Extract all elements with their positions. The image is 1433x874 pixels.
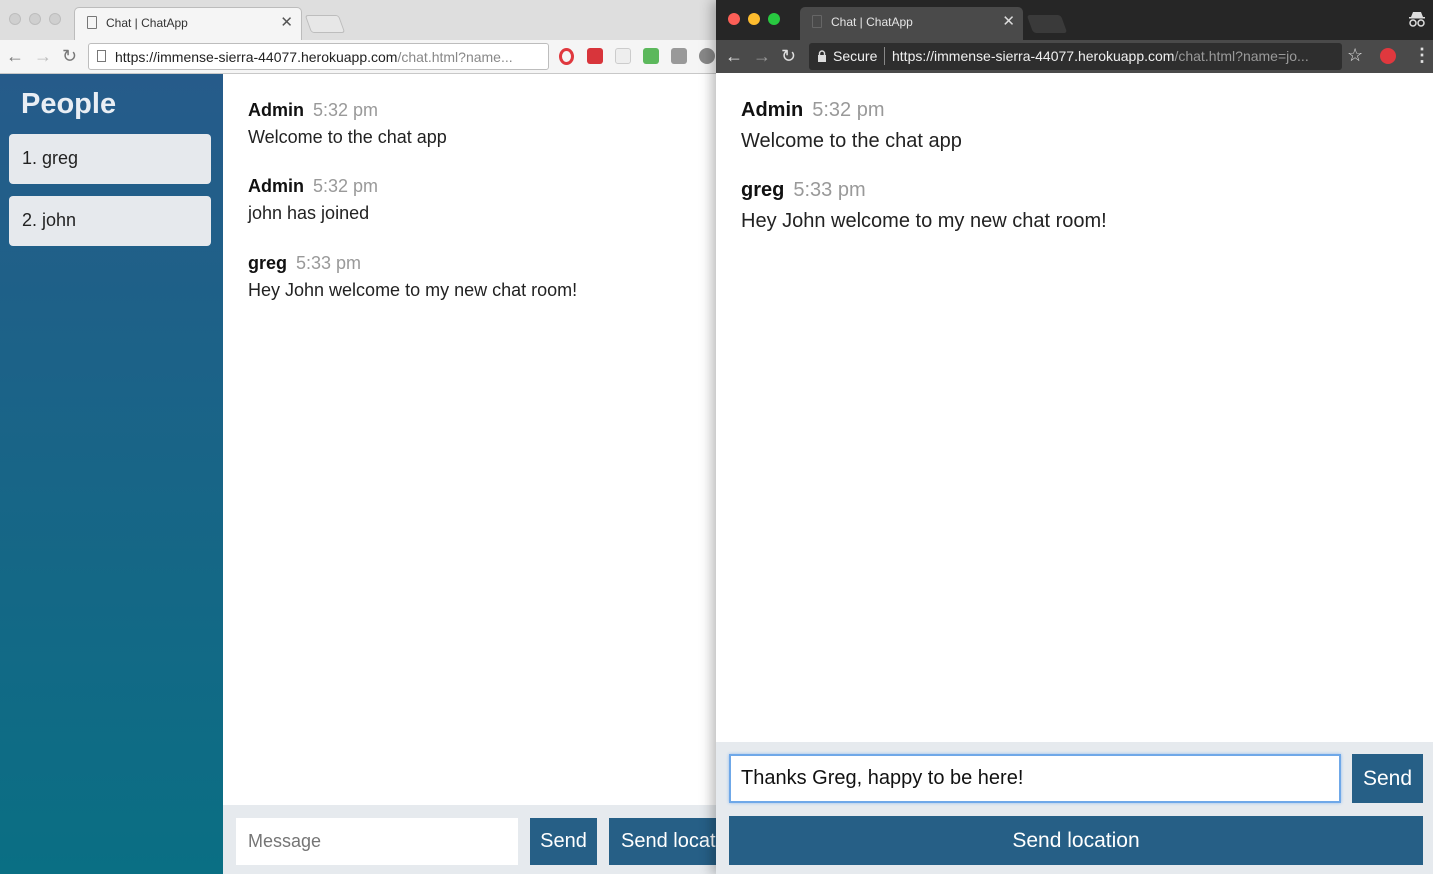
zoom-window-dot[interactable]	[768, 13, 780, 25]
message-input[interactable]	[729, 754, 1341, 803]
url-host: https://immense-sierra-44077.herokuapp.c…	[892, 48, 1175, 64]
message-time: 5:32 pm	[812, 99, 885, 121]
message-time: 5:32 pm	[313, 100, 379, 120]
message-sender: Admin	[741, 99, 804, 121]
url-path: /chat.html?name=jo...	[1174, 48, 1309, 64]
message-sender: Admin	[248, 100, 304, 120]
tab-chat[interactable]: Chat | ChatApp ✕	[800, 7, 1023, 40]
browser-toolbar: ← → ↻ Secure https://immense-sierra-4407…	[716, 40, 1433, 73]
new-tab-button[interactable]	[1026, 15, 1068, 33]
message-time: 5:33 pm	[296, 253, 362, 273]
minimize-window-dot[interactable]	[29, 13, 41, 25]
menu-dots-icon[interactable]: ⋮	[1413, 45, 1431, 65]
close-icon[interactable]: ✕	[1002, 12, 1015, 30]
message-time: 5:32 pm	[313, 176, 379, 196]
message-text: Welcome to the chat app	[741, 130, 962, 152]
secure-label: Secure	[833, 48, 878, 64]
forward-arrow-icon[interactable]: →	[34, 46, 52, 66]
divider	[884, 47, 885, 65]
message-input[interactable]	[236, 818, 518, 865]
tab-title: Chat | ChatApp	[106, 16, 188, 30]
page-icon	[87, 16, 97, 29]
page-icon	[97, 50, 106, 62]
tab-strip: Chat | ChatApp ✕	[716, 0, 1433, 40]
address-bar[interactable]: https://immense-sierra-44077.herokuapp.c…	[88, 43, 549, 70]
message-text: Hey John welcome to my new chat room!	[248, 280, 578, 300]
message-sender: Admin	[248, 176, 304, 196]
message: Admin 5:32 pm Welcome to the chat app	[741, 99, 962, 153]
incognito-icon	[1409, 12, 1425, 27]
close-window-dot[interactable]	[9, 13, 21, 25]
browser-window-right: Chat | ChatApp ✕ ← → ↻ Secure https://im…	[716, 0, 1433, 874]
message-time: 5:33 pm	[793, 179, 866, 201]
back-arrow-icon[interactable]: ←	[6, 46, 24, 66]
message-text: Welcome to the chat app	[248, 127, 447, 147]
check-extension-icon[interactable]	[643, 48, 659, 64]
gear-icon[interactable]	[699, 48, 715, 64]
url-text: https://immense-sierra-44077.herokuapp.c…	[892, 48, 1332, 64]
message: greg 5:33 pm Hey John welcome to my new c…	[741, 179, 1107, 233]
address-bar[interactable]: Secure https://immense-sierra-44077.hero…	[809, 43, 1342, 70]
message: greg 5:33 pm Hey John welcome to my new c…	[248, 253, 577, 301]
sidebar-heading: People	[21, 88, 117, 120]
lastpass-extension-icon[interactable]	[587, 48, 603, 64]
url-path: /chat.html?name...	[397, 49, 513, 65]
person-item[interactable]: 1. greg	[9, 134, 211, 184]
message-list: Admin 5:32 pm Welcome to the chat app gre…	[716, 73, 1433, 742]
browser-toolbar: ← → ↻ https://immense-sierra-44077.herok…	[0, 40, 716, 74]
tab-strip: Chat | ChatApp ✕	[0, 0, 716, 40]
send-location-button[interactable]: Send locatio	[609, 818, 716, 865]
close-window-dot[interactable]	[728, 13, 740, 25]
message-form: Send Send location	[716, 742, 1433, 874]
page-icon	[812, 15, 822, 28]
message-sender: greg	[248, 253, 288, 273]
message-text: Hey John welcome to my new chat room!	[741, 210, 1107, 232]
url-text: https://immense-sierra-44077.herokuapp.c…	[115, 49, 545, 65]
browser-window-left: Chat | ChatApp ✕ ← → ↻ https://immense-s…	[0, 0, 716, 874]
tab-chat[interactable]: Chat | ChatApp ✕	[74, 7, 302, 40]
message-form: Send Send locatio	[223, 805, 716, 874]
people-sidebar: People 1. greg 2. john	[0, 74, 223, 874]
reload-icon[interactable]: ↻	[781, 46, 796, 66]
star-icon[interactable]: ☆	[1347, 45, 1363, 65]
send-button[interactable]: Send	[1352, 754, 1423, 803]
adblock-extension-icon[interactable]	[1380, 48, 1396, 64]
opera-extension-icon[interactable]	[559, 48, 574, 65]
url-host: https://immense-sierra-44077.herokuapp.c…	[115, 49, 398, 65]
lock-icon	[818, 50, 826, 62]
close-icon[interactable]: ✕	[280, 13, 293, 31]
new-tab-button[interactable]	[304, 15, 346, 33]
back-arrow-icon[interactable]: ←	[725, 46, 743, 66]
send-location-button[interactable]: Send location	[729, 816, 1423, 865]
send-button[interactable]: Send	[530, 818, 597, 865]
forward-arrow-icon[interactable]: →	[753, 46, 771, 66]
message: Admin 5:32 pm Welcome to the chat app	[248, 100, 447, 148]
message-list: Admin 5:32 pm Welcome to the chat app Adm…	[223, 74, 716, 805]
message: Admin 5:32 pm john has joined	[248, 176, 378, 224]
minimize-window-dot[interactable]	[748, 13, 760, 25]
zoom-window-dot[interactable]	[49, 13, 61, 25]
reload-icon[interactable]: ↻	[62, 46, 77, 66]
tab-title: Chat | ChatApp	[831, 15, 913, 29]
message-text: john has joined	[248, 203, 370, 223]
extension-icon[interactable]	[615, 48, 631, 64]
extension-icon[interactable]	[671, 48, 687, 64]
message-sender: greg	[741, 179, 785, 201]
person-item[interactable]: 2. john	[9, 196, 211, 246]
